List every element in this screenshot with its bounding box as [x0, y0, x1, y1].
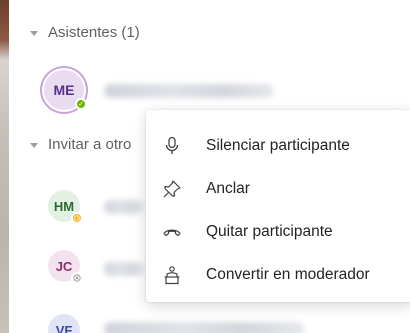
microphone-icon: [160, 134, 184, 158]
participant-name-redacted: [104, 84, 274, 98]
invite-section-header[interactable]: Invitar a otro: [30, 136, 131, 153]
participant-name-redacted: [104, 322, 304, 333]
status-available-icon: ✓: [75, 98, 87, 110]
chevron-down-icon: [30, 142, 38, 148]
pin-icon: [160, 177, 184, 201]
menu-item-make-presenter[interactable]: Convertir en moderador: [146, 253, 410, 297]
participant-context-menu: Silenciar participante Anclar Quitar par…: [146, 110, 410, 302]
video-tile-edge: [0, 0, 9, 333]
avatar-initials: HM: [53, 198, 75, 214]
chevron-down-icon: [30, 30, 38, 36]
participants-panel: Asistentes (1) ME ✓ Invitar a otro HM ◷ …: [0, 0, 410, 333]
avatar-initials: VF: [55, 322, 73, 333]
menu-item-mute-participant[interactable]: Silenciar participante: [146, 124, 410, 168]
attendees-section-header[interactable]: Asistentes (1): [30, 24, 140, 41]
participant-name-redacted: [104, 200, 144, 214]
menu-item-label: Anclar: [206, 180, 250, 197]
menu-item-remove-participant[interactable]: Quitar participante: [146, 210, 410, 254]
menu-item-label: Silenciar participante: [206, 137, 350, 154]
presenter-icon: [160, 263, 184, 287]
invite-section-label: Invitar a otro: [48, 136, 132, 153]
attendees-section-label: Asistentes (1): [48, 24, 140, 41]
status-away-icon: ◷: [71, 212, 83, 224]
menu-item-label: Convertir en moderador: [206, 266, 370, 283]
menu-item-pin[interactable]: Anclar: [146, 167, 410, 211]
status-offline-icon: [71, 272, 83, 284]
participant-name-redacted: [104, 262, 144, 276]
avatar-participant-vf[interactable]: VF: [48, 314, 80, 333]
hang-up-icon: [160, 220, 184, 244]
avatar-initials: ME: [53, 82, 75, 98]
avatar-initials: JC: [55, 258, 73, 274]
menu-item-label: Quitar participante: [206, 223, 333, 240]
